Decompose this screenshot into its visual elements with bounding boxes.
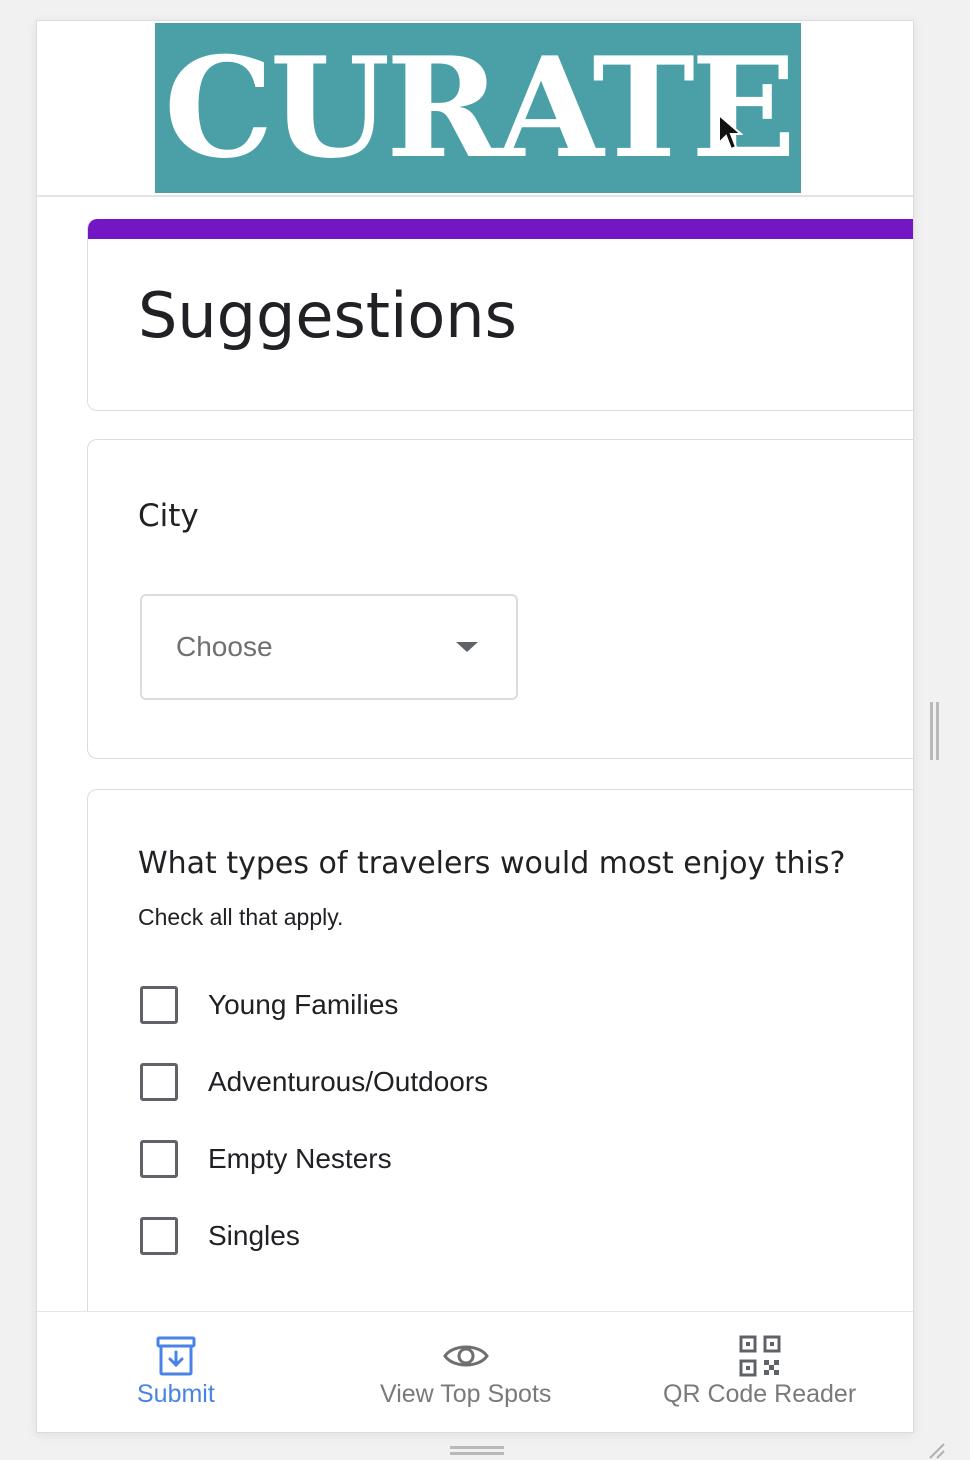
nav-qr-code-reader[interactable]: QR Code Reader [663, 1334, 856, 1409]
window-resize-handle-right[interactable] [930, 702, 940, 760]
title-card: Suggestions [87, 219, 913, 411]
city-question-card: City Choose [87, 439, 913, 759]
travelers-helper-text: Check all that apply. [138, 904, 344, 930]
bottom-navigation: Submit View Top Spots QR Code Reader [37, 1311, 913, 1432]
city-dropdown[interactable]: Choose [140, 594, 518, 700]
nav-label: Submit [137, 1380, 215, 1408]
option-label: Singles [208, 1220, 300, 1251]
nav-submit[interactable]: Submit [137, 1334, 215, 1409]
option-label: Young Families [208, 989, 399, 1020]
checkbox-empty-nesters[interactable] [140, 1140, 178, 1178]
mouse-cursor-icon [718, 113, 743, 151]
eye-icon [442, 1345, 489, 1367]
option-label: Adventurous/Outdoors [208, 1066, 489, 1097]
logo-text: CURATE [163, 26, 796, 189]
nav-label: View Top Spots [380, 1380, 552, 1408]
qr-code-icon [739, 1335, 781, 1377]
city-dropdown-value: Choose [176, 631, 273, 662]
option-singles[interactable]: Singles [140, 1217, 300, 1255]
form-scroll-area[interactable]: Suggestions City Choose What types of tr… [37, 197, 913, 1312]
travelers-question-label: What types of travelers would most enjoy… [138, 846, 846, 881]
option-adventurous-outdoors[interactable]: Adventurous/Outdoors [140, 1063, 488, 1101]
checkbox-singles[interactable] [140, 1217, 178, 1255]
option-young-families[interactable]: Young Families [140, 986, 398, 1024]
app-window: CURATE Suggestions City Choose What type… [36, 20, 914, 1433]
option-label: Empty Nesters [208, 1143, 392, 1174]
checkbox-young-families[interactable] [140, 986, 178, 1024]
travelers-question-card: What types of travelers would most enjoy… [87, 789, 913, 1312]
nav-label: QR Code Reader [663, 1380, 857, 1408]
curate-logo: CURATE [155, 23, 801, 193]
checkbox-adventurous-outdoors[interactable] [140, 1063, 178, 1101]
window-resize-handle-bottom[interactable] [450, 1446, 504, 1456]
app-header: CURATE [37, 21, 913, 197]
form-title: Suggestions [138, 279, 517, 352]
inbox-download-icon [156, 1336, 196, 1376]
form-accent-bar [88, 219, 913, 239]
nav-view-top-spots[interactable]: View Top Spots [380, 1334, 551, 1409]
window-resize-corner-icon[interactable] [924, 1440, 948, 1460]
city-question-label: City [138, 498, 199, 534]
dropdown-arrow-icon [456, 642, 478, 652]
option-empty-nesters[interactable]: Empty Nesters [140, 1140, 392, 1178]
